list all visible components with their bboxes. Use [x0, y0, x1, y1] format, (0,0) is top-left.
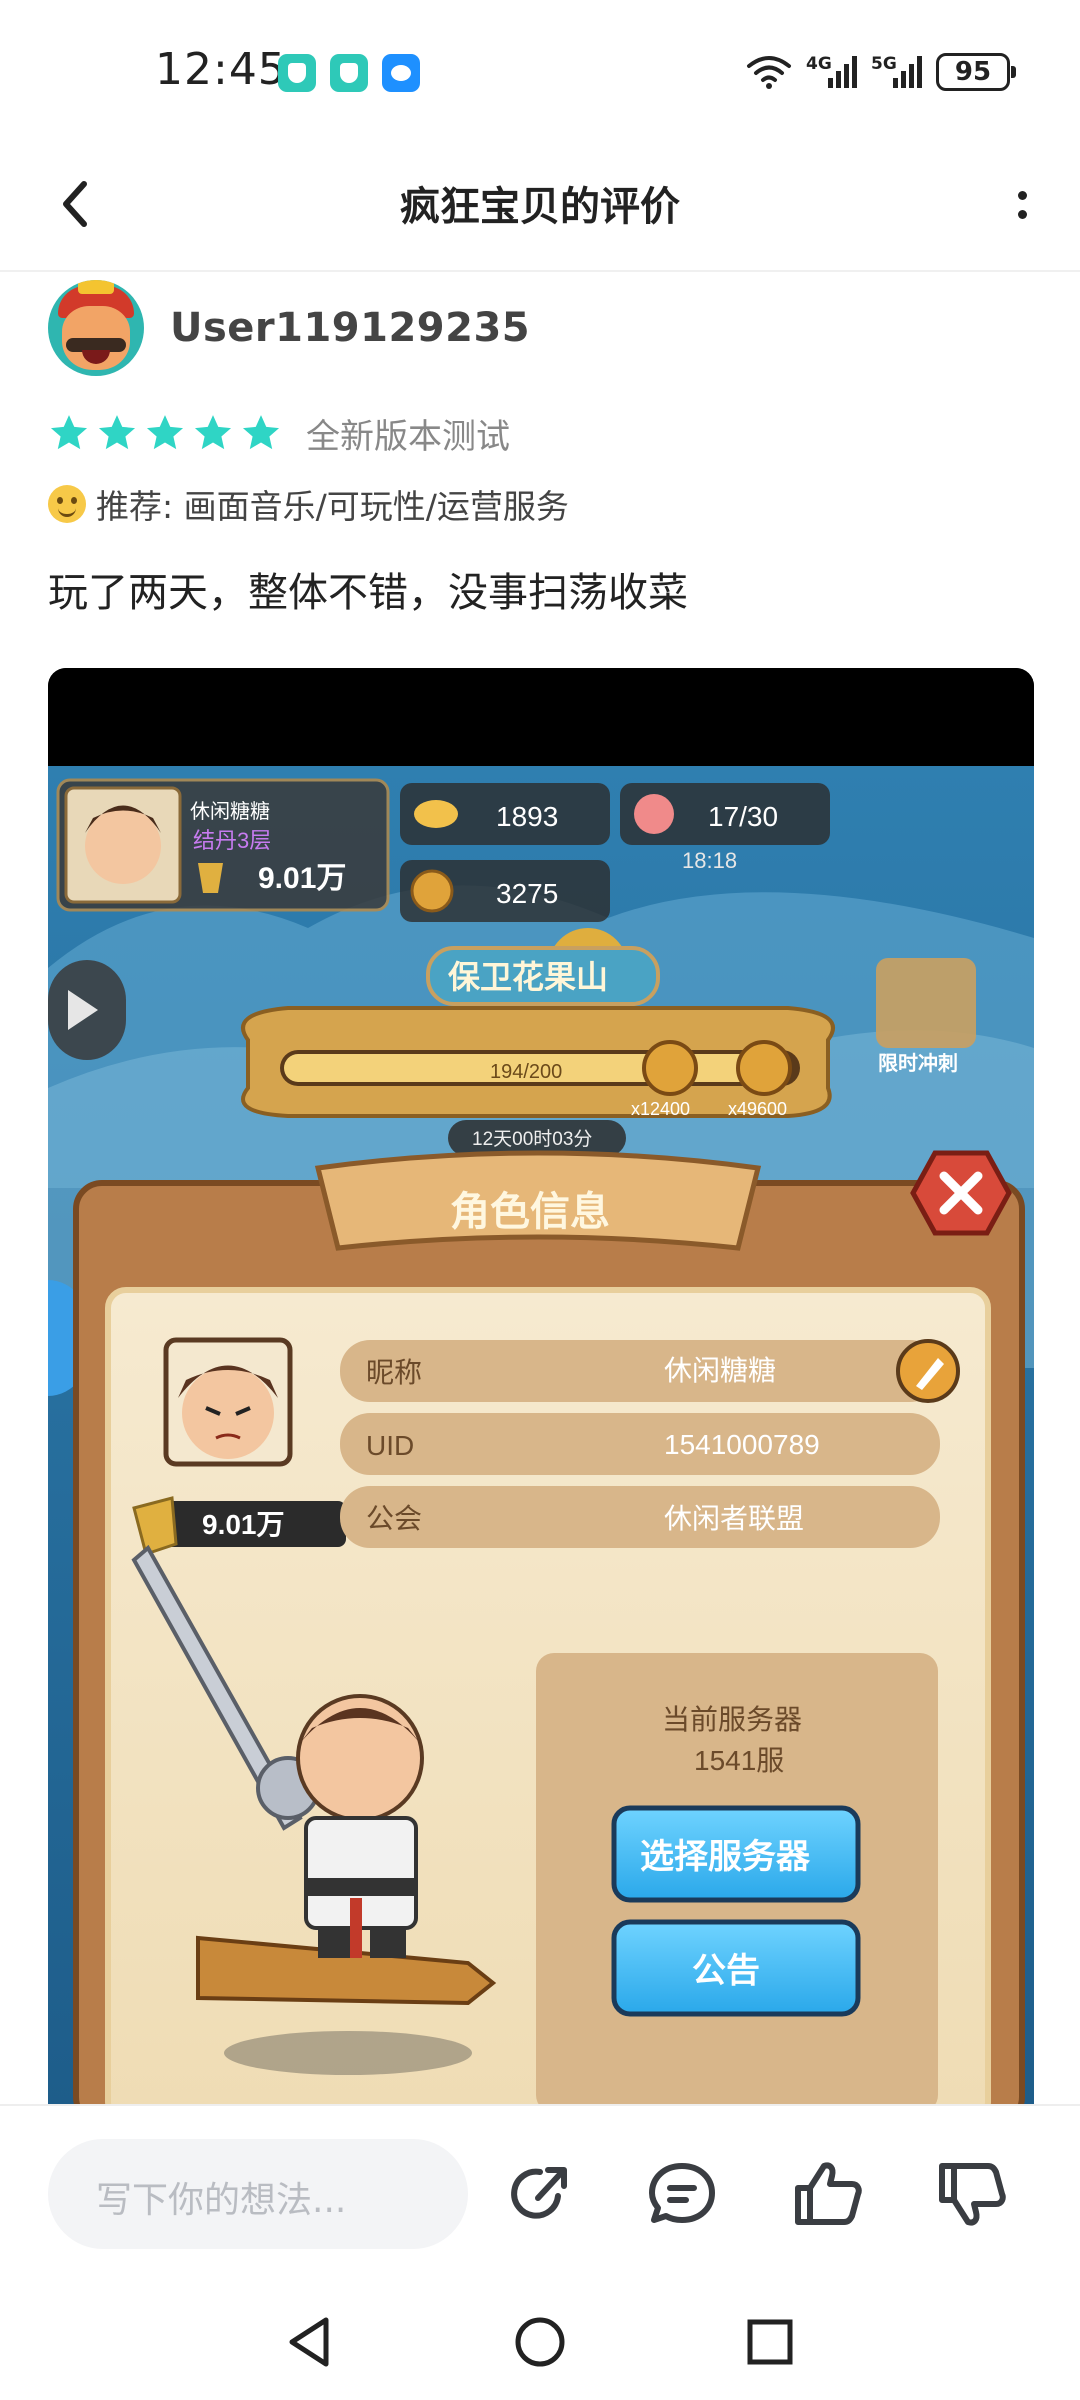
version-tag: 全新版本测试: [306, 416, 510, 457]
stamina-amount: 17/30: [708, 801, 778, 832]
app-notification-icon: [278, 54, 316, 92]
nickname-label: 昵称: [366, 1357, 422, 1388]
reviewer-info[interactable]: User119129235: [48, 278, 530, 378]
page-title: 疯狂宝贝的评价: [400, 184, 680, 230]
recommend-text: 推荐: 画面音乐/可玩性/运营服务: [96, 487, 569, 526]
like-icon[interactable]: [790, 2156, 866, 2232]
top-app-bar: 疯狂宝贝的评价: [0, 140, 1080, 272]
limited-event-icon[interactable]: [876, 958, 976, 1048]
battery-icon: 95: [936, 53, 1016, 91]
uid-value: 1541000789: [664, 1429, 820, 1460]
wifi-icon: [747, 56, 791, 89]
nickname-value: 休闲糖糖: [664, 1355, 776, 1386]
avatar[interactable]: [48, 280, 144, 376]
guild-value: 休闲者联盟: [664, 1503, 804, 1534]
player-power: 9.01万: [258, 862, 346, 895]
coin-amount: 3275: [496, 878, 558, 909]
limited-event-label: 限时冲刺: [878, 1051, 958, 1075]
current-server-value: 1541服: [694, 1745, 784, 1776]
star-icon: [50, 415, 88, 450]
review-image[interactable]: 休闲糖糖 结丹3层 9.01万 1893 17/30 18:18 3275 保卫…: [48, 668, 1034, 2108]
nickname-field: [340, 1340, 940, 1402]
event-title: 保卫花果山: [448, 959, 608, 995]
star-icon: [146, 415, 184, 450]
comment-placeholder: 写下你的想法...: [96, 2180, 347, 2221]
signal-5g-icon: 5G: [871, 54, 922, 88]
dialog-title: 角色信息: [450, 1190, 610, 1234]
star-icon: [194, 415, 232, 450]
reward-coin-icon: [736, 1040, 792, 1096]
select-server-label: 选择服务器: [640, 1838, 811, 1876]
coin-icon: [410, 869, 454, 913]
player-rank: 结丹3层: [193, 828, 271, 853]
reward-amount-2: x49600: [728, 1099, 787, 1119]
signal-4g-icon: 4G: [806, 54, 857, 88]
star-icon: [98, 415, 136, 450]
guild-field: [340, 1486, 940, 1548]
current-server-label: 当前服务器: [662, 1704, 802, 1735]
app-notification-icon: [330, 54, 368, 92]
reward-amount-1: x12400: [631, 1099, 690, 1119]
reward-coin-icon: [642, 1040, 698, 1096]
signal-5g-label: 5G: [871, 54, 897, 74]
status-indicators: 4G 5G 95: [746, 50, 1016, 94]
player-name: 休闲糖糖: [190, 800, 270, 823]
rating-row: 全新版本测试: [48, 405, 510, 461]
nav-home-icon[interactable]: [512, 2314, 568, 2370]
peach-icon: [634, 794, 674, 834]
event-progress-text: 194/200: [490, 1061, 562, 1083]
dislike-icon[interactable]: [934, 2156, 1010, 2232]
comment-icon[interactable]: [646, 2158, 718, 2230]
recommend-row: 推荐: 画面音乐/可玩性/运营服务: [48, 476, 569, 532]
more-options-icon[interactable]: [994, 170, 1050, 240]
comment-input[interactable]: 写下你的想法...: [48, 2139, 468, 2249]
review-detail-page: 12:45 4G 5G 95 疯狂宝贝的评价 User119129235 全新版…: [0, 0, 1080, 2400]
signal-4g-label: 4G: [806, 54, 832, 74]
bottom-bar: 写下你的想法...: [0, 2106, 1080, 2400]
review-body: 玩了两天，整体不错，没事扫荡收菜: [48, 570, 688, 616]
uid-label: UID: [366, 1430, 414, 1461]
character-power: 9.01万: [202, 1509, 285, 1540]
reviewer-username[interactable]: User119129235: [170, 305, 530, 351]
stamina-timer: 18:18: [682, 848, 737, 873]
smile-icon: [48, 485, 86, 523]
message-notification-icon: [382, 54, 420, 92]
nav-recents-icon[interactable]: [742, 2314, 798, 2370]
status-bar: 12:45 4G 5G 95: [0, 0, 1080, 140]
gold-ingot-icon: [414, 800, 458, 828]
countdown-text: 12天00时03分: [472, 1128, 592, 1150]
star-icon: [242, 415, 280, 450]
share-icon[interactable]: [504, 2158, 576, 2230]
uid-field: [340, 1413, 940, 1475]
nav-back-icon[interactable]: [282, 2314, 338, 2370]
status-time: 12:45: [155, 44, 287, 95]
notice-label: 公告: [692, 1952, 760, 1990]
guild-label: 公会: [366, 1503, 422, 1534]
gold-amount: 1893: [496, 801, 558, 832]
